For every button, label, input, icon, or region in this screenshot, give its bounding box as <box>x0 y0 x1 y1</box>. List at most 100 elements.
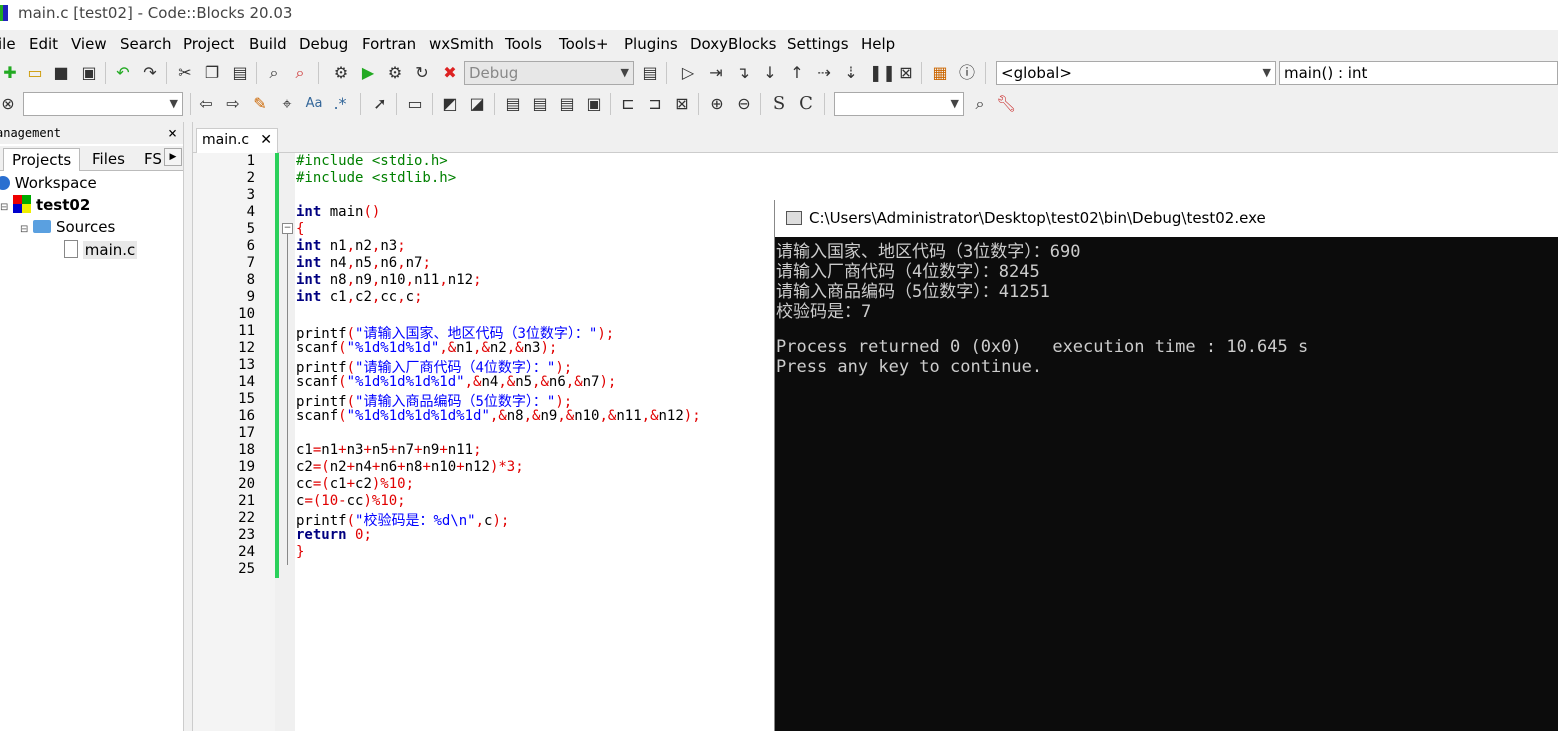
menu-tools[interactable]: Tools <box>505 35 542 53</box>
menu-plugins[interactable]: Plugins <box>624 35 678 53</box>
block-icon[interactable]: ▭ <box>405 94 425 114</box>
code-line-7[interactable]: int n4,n5,n6,n7; <box>296 255 431 271</box>
menu-file[interactable]: ile <box>0 35 16 53</box>
code-line-23[interactable]: return 0; <box>296 527 372 543</box>
io-icon[interactable]: ⊠ <box>672 94 692 114</box>
menu-search[interactable]: Search <box>120 35 172 53</box>
selection-icon[interactable]: ⌖ <box>277 94 297 114</box>
settings-wrench-icon[interactable]: 🔧︎ <box>996 94 1016 114</box>
fold-toggle-icon[interactable]: − <box>282 223 293 234</box>
zoom-out-icon[interactable]: ⊖ <box>734 94 754 114</box>
close-icon[interactable]: × <box>168 122 177 144</box>
paste-icon[interactable]: ▤ <box>230 63 250 83</box>
tab-projects[interactable]: Projects <box>3 148 81 171</box>
input-icon[interactable]: ⊐ <box>645 94 665 114</box>
code-line-18[interactable]: c1=n1+n3+n5+n7+n9+n11; <box>296 442 482 458</box>
debug-windows-icon[interactable]: ▦ <box>930 63 950 83</box>
menu-settings[interactable]: Settings <box>787 35 849 53</box>
step-instruction-icon[interactable]: ⇣ <box>841 63 861 83</box>
code-line-21[interactable]: c=(10-cc)%10; <box>296 493 406 509</box>
open-file-icon[interactable]: ▭ <box>25 63 45 83</box>
cut-icon[interactable]: ✂ <box>175 63 195 83</box>
menu-edit[interactable]: Edit <box>29 35 58 53</box>
rebuild-icon[interactable]: ↻ <box>412 63 432 83</box>
project-item[interactable]: ⊟ test02 <box>0 195 90 214</box>
s-icon[interactable]: S <box>769 94 789 114</box>
code-line-12[interactable]: scanf("%1d%1d%1d",&n1,&n2,&n3); <box>296 340 557 356</box>
tab-main-c[interactable]: main.c ✕ <box>196 128 278 153</box>
zoom-in-icon[interactable]: ⊕ <box>707 94 727 114</box>
tab-scroll-right-icon[interactable]: ▶ <box>164 148 182 166</box>
step-out-icon[interactable]: ↑ <box>787 63 807 83</box>
code-line-16[interactable]: scanf("%1d%1d%1d%1d%1d",&n8,&n9,&n10,&n1… <box>296 408 701 424</box>
console-title-bar[interactable]: C:\Users\Administrator\Desktop\test02\bi… <box>775 200 1558 237</box>
loop-icon[interactable]: ◪ <box>467 94 487 114</box>
debug-info-icon[interactable]: ⓘ <box>957 63 977 83</box>
code-line-4[interactable]: int main() <box>296 204 380 220</box>
search-combo[interactable]: ▼ <box>23 92 183 116</box>
highlight-icon[interactable]: ✎ <box>250 94 270 114</box>
menu-doxyblocks[interactable]: DoxyBlocks <box>690 35 776 53</box>
console-window[interactable]: C:\Users\Administrator\Desktop\test02\bi… <box>774 200 1558 731</box>
collapse-icon[interactable]: ⊟ <box>20 224 28 235</box>
pause-icon[interactable]: ❚❚ <box>869 63 896 83</box>
next-instruction-icon[interactable]: ⇢ <box>814 63 834 83</box>
search-icon[interactable]: ⌕ <box>970 94 990 114</box>
build-run-icon[interactable]: ⚙ <box>385 63 405 83</box>
menu-project[interactable]: Project <box>183 35 234 53</box>
regex-icon[interactable]: .* <box>330 94 350 114</box>
close-icon[interactable]: ✕ <box>260 129 272 151</box>
debug-start-icon[interactable]: ▷ <box>678 63 698 83</box>
match-case-icon[interactable]: Aa <box>304 94 324 114</box>
code-line-1[interactable]: #include <stdio.h> <box>296 153 448 169</box>
menu-debug[interactable]: Debug <box>299 35 348 53</box>
file-item[interactable]: main.c <box>64 240 138 259</box>
code-line-8[interactable]: int n8,n9,n10,n11,n12; <box>296 272 482 288</box>
menu-wxsmith[interactable]: wxSmith <box>429 35 494 53</box>
code-line-14[interactable]: scanf("%1d%1d%1d%1d",&n4,&n5,&n6,&n7); <box>296 374 616 390</box>
menu-tools-plus[interactable]: Tools+ <box>559 35 609 53</box>
undo-icon[interactable]: ↶ <box>113 63 133 83</box>
pointer-icon[interactable]: ➚ <box>370 94 390 114</box>
folder-item[interactable]: ⊟ Sources <box>20 218 115 236</box>
code-line-19[interactable]: c2=(n2+n4+n6+n8+n10+n12)*3; <box>296 459 524 475</box>
block-full-icon[interactable]: ▣ <box>584 94 604 114</box>
block-bottom-icon[interactable]: ▤ <box>557 94 577 114</box>
redo-icon[interactable]: ↷ <box>140 63 160 83</box>
build-target-select[interactable]: Debug ▼ <box>464 61 634 85</box>
build-gear-icon[interactable]: ⚙ <box>331 63 351 83</box>
decision-icon[interactable]: ◩ <box>440 94 460 114</box>
menu-help[interactable]: Help <box>861 35 895 53</box>
c-icon[interactable]: C <box>796 94 816 114</box>
next-line-icon[interactable]: ↴ <box>733 63 753 83</box>
back-arrow-icon[interactable]: ⇦ <box>196 94 216 114</box>
code-line-6[interactable]: int n1,n2,n3; <box>296 238 406 254</box>
stop-debug-icon[interactable]: ⊠ <box>896 63 916 83</box>
save-icon[interactable]: ■ <box>51 63 71 83</box>
scope-select[interactable]: <global> ▼ <box>996 61 1276 85</box>
abort-icon[interactable]: ✖ <box>440 63 460 83</box>
menu-fortran[interactable]: Fortran <box>362 35 416 53</box>
forward-arrow-icon[interactable]: ⇨ <box>223 94 243 114</box>
build-options-icon[interactable]: ▤ <box>640 63 660 83</box>
save-all-icon[interactable]: ▣ <box>79 63 99 83</box>
output-icon[interactable]: ⊏ <box>618 94 638 114</box>
block-top-icon[interactable]: ▤ <box>503 94 523 114</box>
collapse-icon[interactable]: ⊟ <box>0 202 8 213</box>
copy-icon[interactable]: ❐ <box>202 63 222 83</box>
replace-icon[interactable]: ⌕ <box>290 63 310 83</box>
clear-icon[interactable]: ⊗ <box>0 94 18 114</box>
code-line-9[interactable]: int c1,c2,cc,c; <box>296 289 423 305</box>
panel-splitter[interactable] <box>184 122 193 731</box>
run-icon[interactable]: ▶ <box>358 63 378 83</box>
code-line-5[interactable]: { <box>296 221 304 237</box>
code-line-24[interactable]: } <box>296 544 304 560</box>
step-into-icon[interactable]: ↓ <box>760 63 780 83</box>
workspace-item[interactable]: Workspace <box>0 174 97 192</box>
menu-view[interactable]: View <box>71 35 107 53</box>
code-line-2[interactable]: #include <stdlib.h> <box>296 170 456 186</box>
new-file-icon[interactable]: ✚ <box>0 63 20 83</box>
block-mid-icon[interactable]: ▤ <box>530 94 550 114</box>
tab-files[interactable]: Files <box>84 148 133 170</box>
menu-build[interactable]: Build <box>249 35 287 53</box>
